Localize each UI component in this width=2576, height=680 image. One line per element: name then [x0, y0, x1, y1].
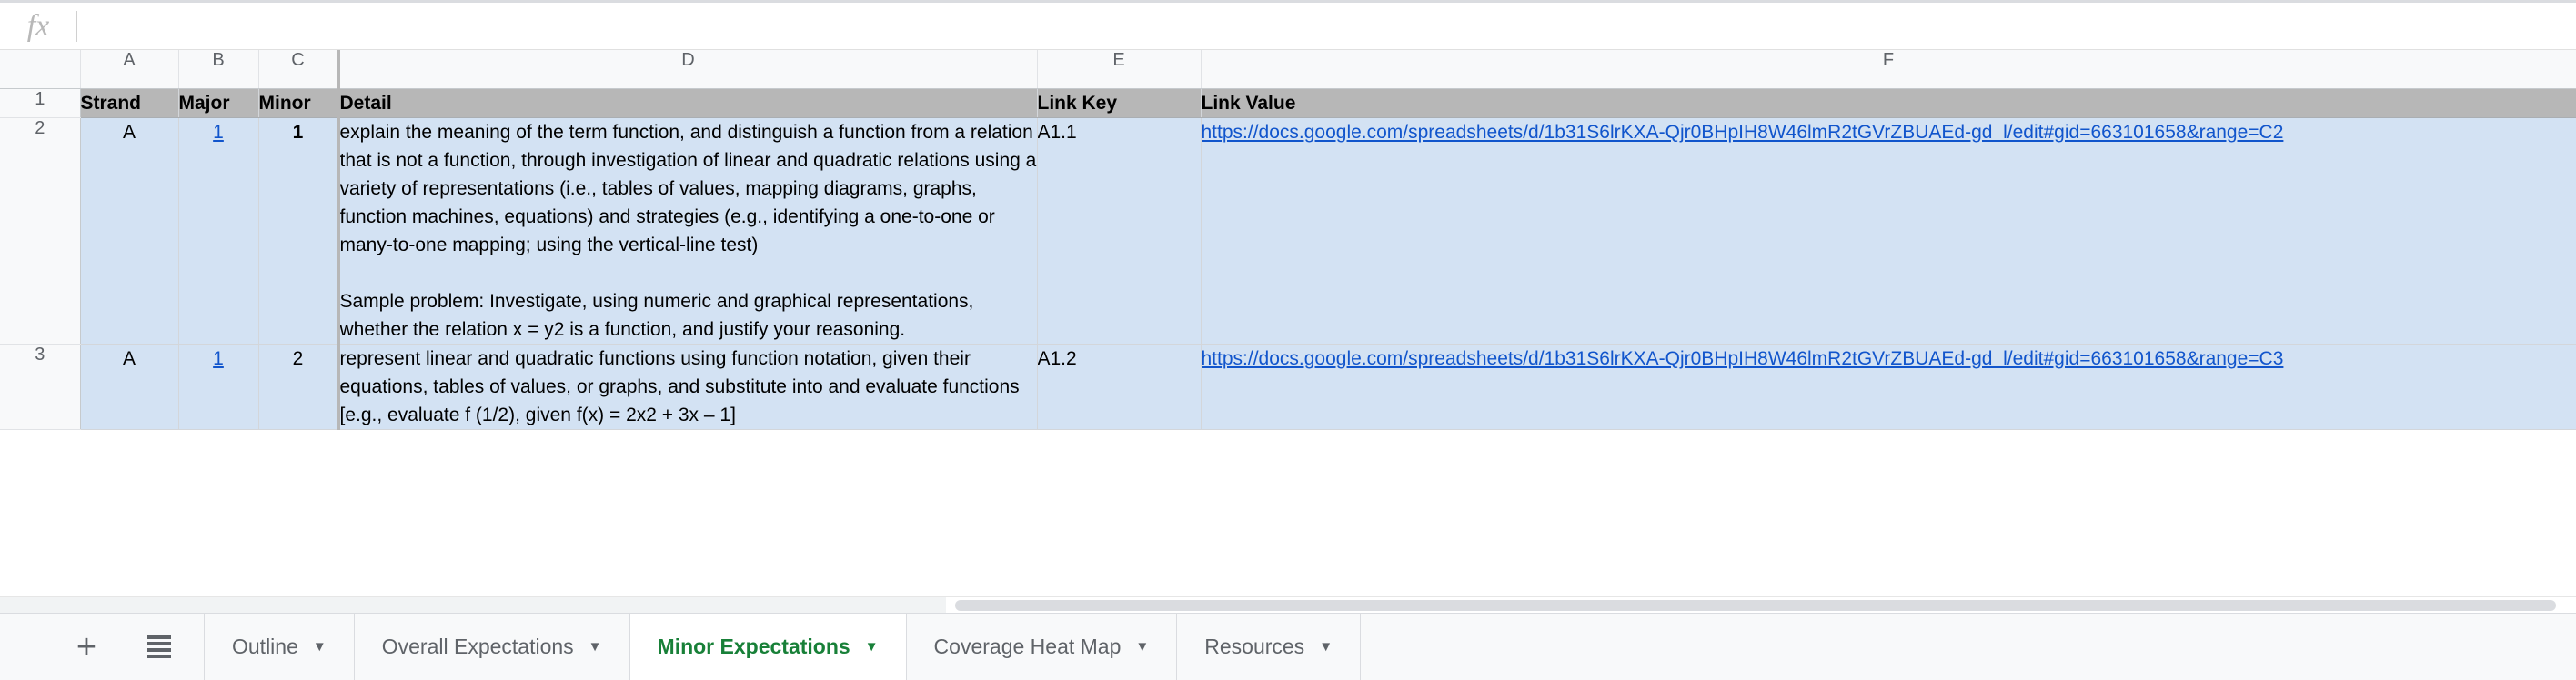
cell-a1[interactable]: Strand [80, 88, 179, 118]
all-sheets-button[interactable] [138, 626, 180, 668]
chevron-down-icon[interactable]: ▼ [1135, 640, 1149, 654]
formula-input[interactable] [77, 6, 2576, 45]
sheet-tab-resources[interactable]: Resources ▼ [1177, 614, 1362, 680]
spreadsheet-grid: A B C D E F 1 Strand Major Minor Detail … [0, 50, 2576, 430]
sheet-tab-label: Minor Expectations [657, 635, 850, 658]
cell-b2[interactable]: 1 [178, 117, 259, 345]
sheet-tab-label: Resources [1204, 635, 1305, 658]
sheet-tab-outline[interactable]: Outline ▼ [205, 614, 355, 680]
select-all-corner[interactable] [0, 50, 81, 89]
cell-c3[interactable]: 2 [258, 344, 340, 430]
add-sheet-button[interactable]: + [65, 626, 107, 668]
cell-d3[interactable]: represent linear and quadratic functions… [338, 344, 1038, 430]
row-header-2[interactable]: 2 [0, 117, 81, 345]
sheet-tab-bar: + Outline ▼ Overall Expectations ▼ Minor… [0, 613, 2576, 680]
major-link[interactable]: 1 [213, 348, 224, 369]
chevron-down-icon[interactable]: ▼ [589, 640, 602, 654]
column-header-d[interactable]: D [338, 50, 1038, 89]
sheet-tab-coverage-heat-map[interactable]: Coverage Heat Map ▼ [907, 614, 1178, 680]
major-link[interactable]: 1 [213, 122, 224, 143]
cell-f3[interactable]: https://docs.google.com/spreadsheets/d/1… [1201, 344, 2576, 430]
cell-b3[interactable]: 1 [178, 344, 259, 430]
sheet-tab-minor-expectations[interactable]: Minor Expectations ▼ [629, 614, 907, 680]
cell-e2[interactable]: A1.1 [1037, 117, 1202, 345]
cell-b1[interactable]: Major [178, 88, 259, 118]
sheet-tab-label: Overall Expectations [381, 635, 574, 658]
column-header-b[interactable]: B [178, 50, 259, 89]
detail-text: represent linear and quadratic functions… [339, 348, 1025, 425]
cell-d2[interactable]: explain the meaning of the term function… [338, 117, 1038, 345]
cell-f2[interactable]: https://docs.google.com/spreadsheets/d/1… [1201, 117, 2576, 345]
column-header-row: A B C D E F [0, 50, 2576, 89]
table-row: 2 A 1 1 explain the meaning of the term … [0, 117, 2576, 345]
cell-f1[interactable]: Link Value [1201, 88, 2576, 118]
sheet-tab-label: Coverage Heat Map [933, 635, 1122, 658]
link-value-hyperlink[interactable]: https://docs.google.com/spreadsheets/d/1… [1202, 348, 2284, 369]
chevron-down-icon[interactable]: ▼ [313, 640, 327, 654]
cell-c1[interactable]: Minor [258, 88, 340, 118]
cell-e3[interactable]: A1.2 [1037, 344, 1202, 430]
sheet-tabs: Outline ▼ Overall Expectations ▼ Minor E… [205, 614, 1362, 680]
spreadsheet-app: fx A B C D E F 1 Strand Major Minor Deta… [0, 0, 2576, 680]
column-header-f[interactable]: F [1201, 50, 2576, 89]
grid-container[interactable]: A B C D E F 1 Strand Major Minor Detail … [0, 50, 2576, 614]
column-header-e[interactable]: E [1037, 50, 1202, 89]
scrollbar-thumb[interactable] [955, 600, 2556, 611]
sheet-tab-overall-expectations[interactable]: Overall Expectations ▼ [355, 614, 630, 680]
row-header-3[interactable]: 3 [0, 344, 81, 430]
cell-a3[interactable]: A [80, 344, 179, 430]
cell-e1[interactable]: Link Key [1037, 88, 1202, 118]
function-icon[interactable]: fx [0, 10, 76, 42]
cell-c2[interactable]: 1 [258, 117, 340, 345]
detail-text: explain the meaning of the term function… [339, 122, 1037, 340]
cell-d1[interactable]: Detail [338, 88, 1038, 118]
row-header-1[interactable]: 1 [0, 88, 81, 118]
sheet-tab-label: Outline [232, 635, 298, 658]
column-header-a[interactable]: A [80, 50, 179, 89]
chevron-down-icon[interactable]: ▼ [1319, 640, 1333, 654]
plus-icon: + [75, 627, 97, 666]
sheet-tools: + [0, 614, 205, 680]
table-row: 1 Strand Major Minor Detail Link Key Lin… [0, 88, 2576, 118]
scrollbar-track [0, 597, 946, 613]
all-sheets-icon [147, 635, 171, 659]
table-row: 3 A 1 2 represent linear and quadratic f… [0, 344, 2576, 430]
formula-bar: fx [0, 0, 2576, 50]
chevron-down-icon[interactable]: ▼ [865, 640, 879, 654]
link-value-hyperlink[interactable]: https://docs.google.com/spreadsheets/d/1… [1202, 122, 2284, 143]
cell-a2[interactable]: A [80, 117, 179, 345]
horizontal-scrollbar[interactable] [0, 596, 2576, 614]
column-header-c[interactable]: C [258, 50, 340, 89]
